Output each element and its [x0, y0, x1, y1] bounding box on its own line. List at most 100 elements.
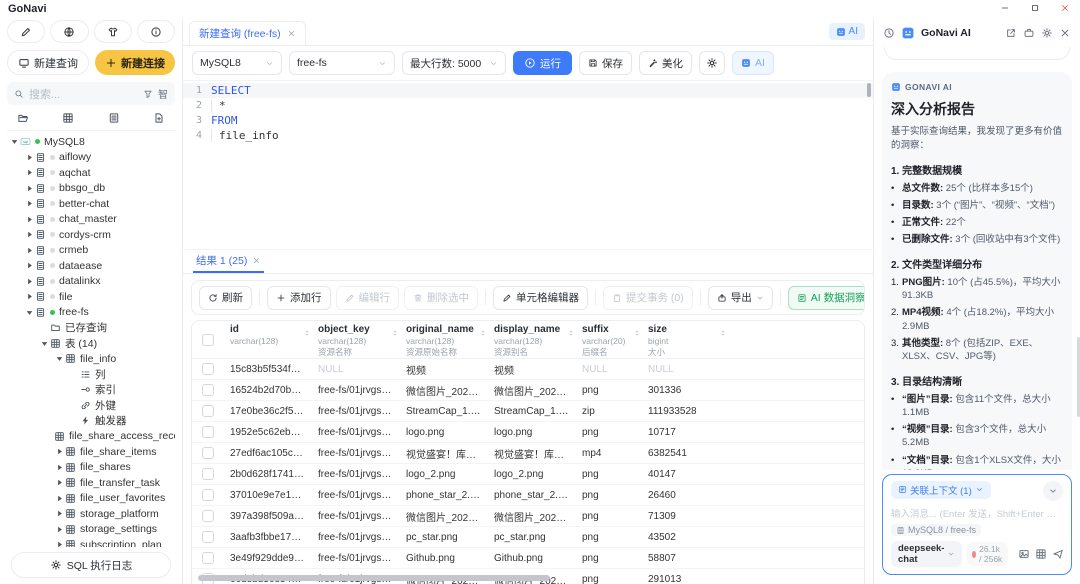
table-cell[interactable]: 301336: [642, 385, 728, 396]
tree-item[interactable]: 索引: [7, 382, 175, 398]
table-cell[interactable]: 43502: [642, 532, 728, 543]
table-cell[interactable]: png: [576, 553, 642, 564]
table-cell[interactable]: NULL: [642, 364, 728, 375]
column-header[interactable]: sizebigint大小: [642, 321, 728, 358]
row-checkbox[interactable]: [202, 405, 214, 417]
model-select[interactable]: deepseek-chat: [891, 541, 962, 567]
table-cell[interactable]: logo_2.png: [400, 469, 488, 480]
table-cell[interactable]: NULL: [576, 364, 642, 375]
table-row[interactable]: 15c83b5f534f49e4b...NULL视频视频NULLNULL: [192, 359, 864, 380]
table-cell[interactable]: 291013: [642, 574, 728, 584]
caret-right-icon[interactable]: [24, 199, 35, 209]
tree-item[interactable]: 已存查询: [7, 320, 175, 336]
caret-right-icon[interactable]: [54, 493, 65, 503]
refresh-button[interactable]: 刷新: [199, 286, 252, 310]
table-cell[interactable]: 视觉盛宴！库里隔...: [400, 446, 488, 461]
attach-table-icon[interactable]: [1035, 548, 1047, 560]
row-checkbox[interactable]: [202, 426, 214, 438]
row-checkbox[interactable]: [202, 363, 214, 375]
run-button[interactable]: 运行: [513, 51, 572, 75]
language-button[interactable]: [50, 20, 88, 43]
table-row[interactable]: 1952e5c62eb44ce8...free-fs/01jrvgs943q..…: [192, 422, 864, 443]
editor-scrollbar[interactable]: [867, 83, 871, 97]
tree-item[interactable]: 表 (14): [7, 336, 175, 352]
table-cell[interactable]: 视频: [400, 362, 488, 377]
sort-icon[interactable]: [719, 326, 727, 335]
sidebar-search-input[interactable]: 搜索... 智: [7, 82, 175, 105]
table-cell[interactable]: 71309: [642, 511, 728, 522]
delete-selected-button[interactable]: 删除选中: [404, 286, 478, 310]
table-cell[interactable]: phone_star_2.png: [488, 490, 576, 501]
table-cell[interactable]: 10717: [642, 427, 728, 438]
sort-icon[interactable]: [633, 326, 641, 335]
tree-item[interactable]: dataease: [7, 258, 175, 274]
table-cell[interactable]: png: [576, 511, 642, 522]
table-cell[interactable]: pc_star.png: [400, 532, 488, 543]
caret-right-icon[interactable]: [24, 152, 35, 162]
tree-item[interactable]: 外键: [7, 398, 175, 414]
sort-icon[interactable]: [567, 326, 575, 335]
tree-item[interactable]: better-chat: [7, 196, 175, 212]
folder-open-icon[interactable]: [17, 112, 29, 124]
tree-item[interactable]: storage_settings: [7, 522, 175, 538]
send-icon[interactable]: [1052, 548, 1064, 560]
file-plus-icon[interactable]: [153, 112, 165, 124]
row-checkbox[interactable]: [202, 510, 214, 522]
tree-item[interactable]: file_share_access_record: [7, 429, 175, 445]
toolbox-icon[interactable]: [1023, 27, 1035, 39]
tree-item[interactable]: subscription_plan: [7, 537, 175, 547]
tree-item[interactable]: 触发器: [7, 413, 175, 429]
result-tab-close-icon[interactable]: [252, 256, 261, 265]
table-cell[interactable]: free-fs/01jrvgs943q...: [312, 553, 400, 564]
close-button[interactable]: [1050, 0, 1080, 16]
table-cell[interactable]: 27edf6ac105c44598...: [224, 448, 312, 459]
table-cell[interactable]: free-fs/01jrvgs943q...: [312, 427, 400, 438]
tree-item[interactable]: 列: [7, 367, 175, 383]
table-cell[interactable]: png: [576, 574, 642, 584]
caret-down-icon[interactable]: [54, 354, 65, 364]
table-cell[interactable]: png: [576, 532, 642, 543]
history-icon[interactable]: [883, 27, 895, 39]
table-row[interactable]: 37010e9e7e1b4954...free-fs/01jrvgs943q..…: [192, 485, 864, 506]
theme-button[interactable]: [94, 20, 132, 43]
caret-right-icon[interactable]: [54, 509, 65, 519]
collapse-chat-button[interactable]: [1043, 481, 1063, 501]
column-header[interactable]: display_namevarchar(128)资源别名: [488, 321, 576, 358]
context-chip[interactable]: 关联上下文 (1): [891, 481, 991, 499]
ai-settings-icon[interactable]: [1041, 27, 1053, 39]
caret-right-icon[interactable]: [24, 168, 35, 178]
caret-right-icon[interactable]: [24, 230, 35, 240]
tree-item[interactable]: file: [7, 289, 175, 305]
cell-editor-button[interactable]: 单元格编辑器: [493, 286, 588, 310]
table-cell[interactable]: free-fs/01jrvgs943q...: [312, 532, 400, 543]
table-cell[interactable]: StreamCap_1.0.2_2_...: [400, 406, 488, 417]
table-cell[interactable]: 15c83b5f534f49e4b...: [224, 364, 312, 375]
open-in-new-icon[interactable]: [1005, 27, 1017, 39]
connection-select[interactable]: MySQL8: [192, 51, 282, 75]
table-cell[interactable]: Github.png: [400, 553, 488, 564]
caret-right-icon[interactable]: [54, 524, 65, 534]
attach-image-icon[interactable]: [1018, 548, 1030, 560]
editor-ai-button[interactable]: AI: [732, 51, 774, 75]
column-header[interactable]: idvarchar(128): [224, 321, 312, 358]
sql-editor[interactable]: 1SELECT2*3FROM4file_info: [183, 81, 873, 249]
about-button[interactable]: [137, 20, 175, 43]
tree-item[interactable]: datalinkx: [7, 274, 175, 290]
chat-input-box[interactable]: 关联上下文 (1) 输入消息... (Enter 发送，Shift+Enter …: [882, 474, 1072, 576]
table-cell[interactable]: 3aafb3fbbe174a34a...: [224, 532, 312, 543]
table-cell[interactable]: 2b0d628f17414983...: [224, 469, 312, 480]
tree-item[interactable]: file_user_favorites: [7, 491, 175, 507]
tree-item[interactable]: bbsgo_db: [7, 181, 175, 197]
editor-settings-button[interactable]: [699, 51, 725, 75]
tree-item[interactable]: cordys-crm: [7, 227, 175, 243]
table-cell[interactable]: 1952e5c62eb44ce8...: [224, 427, 312, 438]
tree-item[interactable]: aqchat: [7, 165, 175, 181]
tree-item[interactable]: file_transfer_task: [7, 475, 175, 491]
ai-insight-button[interactable]: AI 数据洞察: [788, 286, 865, 310]
table-cell[interactable]: 397a398f509a44aa9...: [224, 511, 312, 522]
export-button[interactable]: 导出: [708, 286, 773, 310]
table-cell[interactable]: free-fs/01jrvgs943q...: [312, 406, 400, 417]
maximize-button[interactable]: [1020, 0, 1050, 16]
table-row[interactable]: 3aafb3fbbe174a34a...free-fs/01jrvgs943q.…: [192, 527, 864, 548]
table-cell[interactable]: png: [576, 490, 642, 501]
